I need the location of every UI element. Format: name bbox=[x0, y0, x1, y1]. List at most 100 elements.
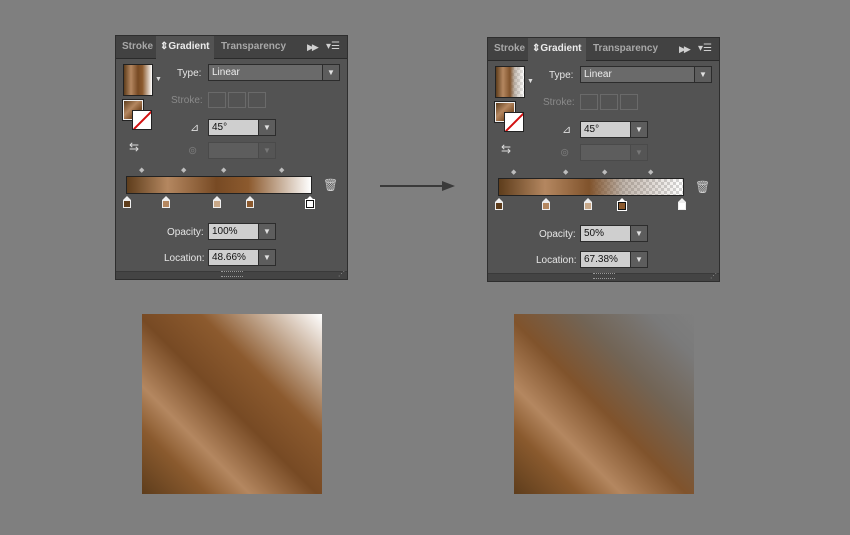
panel-footer: ⋰ bbox=[488, 273, 719, 281]
color-stop[interactable] bbox=[213, 196, 221, 208]
chevron-down-icon[interactable]: ▼ bbox=[630, 226, 647, 241]
panel-menu-icon[interactable]: ▾☰ bbox=[698, 38, 712, 60]
type-value: Linear bbox=[212, 67, 240, 78]
chevron-down-icon[interactable]: ▼ bbox=[258, 120, 275, 135]
color-stop[interactable] bbox=[162, 196, 170, 208]
midpoint-diamond[interactable]: ◆ bbox=[221, 166, 226, 174]
chevron-down-icon[interactable]: ▼ bbox=[527, 78, 534, 85]
aspect-ratio-icon: ⊚ bbox=[188, 145, 198, 157]
midpoint-diamond[interactable]: ◆ bbox=[648, 168, 653, 176]
angle-field[interactable]: 45° ▼ bbox=[580, 121, 648, 138]
stroke-swatch-none[interactable] bbox=[504, 112, 524, 132]
stroke-label: Stroke: bbox=[543, 97, 575, 108]
chevron-down-icon[interactable]: ▼ bbox=[630, 122, 647, 137]
location-field[interactable]: 67.38% ▼ bbox=[580, 251, 648, 268]
tab-stroke[interactable]: Stroke bbox=[122, 36, 153, 58]
gradient-thumbnail[interactable] bbox=[495, 66, 525, 98]
gradient-slider[interactable] bbox=[498, 178, 684, 196]
gradient-preview-before bbox=[142, 314, 322, 494]
tab-gradient-label: Gradient bbox=[168, 41, 210, 52]
stroke-gradient-buttons bbox=[208, 92, 268, 113]
location-label: Location: bbox=[164, 253, 205, 264]
reverse-gradient-icon[interactable]: ⇆ bbox=[501, 142, 511, 156]
opacity-label: Opacity: bbox=[167, 227, 204, 238]
color-stop-selected[interactable] bbox=[305, 196, 315, 209]
gradient-slider[interactable] bbox=[126, 176, 312, 194]
aspect-ratio-icon: ⊚ bbox=[560, 147, 570, 159]
color-stop[interactable] bbox=[123, 196, 131, 208]
gradient-thumbnail[interactable] bbox=[123, 64, 153, 96]
type-label: Type: bbox=[177, 68, 202, 79]
panel-tab-bar: Stroke ⇕Gradient Transparency ▶▶ ▾☰ bbox=[116, 36, 347, 59]
aspect-ratio-field: ▼ bbox=[580, 144, 648, 161]
resize-grip-icon[interactable] bbox=[593, 273, 615, 279]
resize-grip-icon[interactable] bbox=[221, 271, 243, 277]
color-stop[interactable] bbox=[584, 198, 592, 210]
opacity-value: 100% bbox=[212, 226, 238, 237]
midpoint-diamond[interactable]: ◆ bbox=[563, 168, 568, 176]
stroke-label: Stroke: bbox=[171, 95, 203, 106]
reverse-gradient-icon[interactable]: ⇆ bbox=[129, 140, 139, 154]
trash-icon[interactable]: 🗑 bbox=[695, 180, 710, 194]
stroke-within-button[interactable] bbox=[208, 92, 226, 108]
resize-corner-icon[interactable]: ⋰ bbox=[710, 272, 717, 280]
color-stop[interactable] bbox=[246, 196, 254, 208]
tab-transparency[interactable]: Transparency bbox=[221, 36, 286, 58]
type-dropdown[interactable]: Linear ▼ bbox=[208, 64, 340, 81]
tab-stroke[interactable]: Stroke bbox=[494, 38, 525, 60]
tab-gradient[interactable]: ⇕Gradient bbox=[156, 36, 214, 59]
angle-value: 45° bbox=[212, 122, 228, 133]
stroke-gradient-buttons bbox=[580, 94, 640, 115]
chevron-down-icon: ▼ bbox=[630, 145, 647, 160]
midpoint-diamond[interactable]: ◆ bbox=[279, 166, 284, 174]
panel-footer: ⋰ bbox=[116, 271, 347, 279]
stroke-within-button[interactable] bbox=[580, 94, 598, 110]
chevron-down-icon[interactable]: ▼ bbox=[258, 224, 275, 239]
chevron-down-icon[interactable]: ▼ bbox=[258, 250, 275, 265]
color-stop[interactable] bbox=[495, 198, 503, 210]
color-stop[interactable] bbox=[542, 198, 550, 210]
midpoint-diamond[interactable]: ◆ bbox=[511, 168, 516, 176]
stroke-along-button[interactable] bbox=[228, 92, 246, 108]
angle-icon: ⊿ bbox=[190, 122, 200, 134]
angle-icon: ⊿ bbox=[562, 124, 572, 136]
stroke-across-button[interactable] bbox=[620, 94, 638, 110]
panel-options-icon[interactable]: ▶▶ bbox=[679, 38, 691, 60]
color-stop[interactable] bbox=[678, 198, 686, 210]
resize-corner-icon[interactable]: ⋰ bbox=[338, 270, 345, 278]
location-value: 48.66% bbox=[212, 252, 246, 263]
angle-value: 45° bbox=[584, 124, 600, 135]
aspect-ratio-field: ▼ bbox=[208, 142, 276, 159]
tab-gradient-label: Gradient bbox=[540, 43, 582, 54]
type-label: Type: bbox=[549, 70, 574, 81]
opacity-field[interactable]: 50% ▼ bbox=[580, 225, 648, 242]
location-label: Location: bbox=[536, 255, 577, 266]
stroke-across-button[interactable] bbox=[248, 92, 266, 108]
angle-field[interactable]: 45° ▼ bbox=[208, 119, 276, 136]
midpoint-diamond[interactable]: ◆ bbox=[139, 166, 144, 174]
type-dropdown[interactable]: Linear ▼ bbox=[580, 66, 712, 83]
right-arrow-icon bbox=[380, 181, 455, 191]
chevron-down-icon[interactable]: ▼ bbox=[694, 67, 711, 82]
chevron-down-icon[interactable]: ▼ bbox=[630, 252, 647, 267]
color-stop-selected[interactable] bbox=[617, 198, 627, 211]
trash-icon[interactable]: 🗑 bbox=[323, 178, 338, 192]
gradient-preview-after bbox=[514, 314, 694, 494]
chevron-down-icon[interactable]: ▼ bbox=[155, 76, 162, 83]
chevron-down-icon[interactable]: ▼ bbox=[322, 65, 339, 80]
panel-options-icon[interactable]: ▶▶ bbox=[307, 36, 319, 58]
gradient-panel-before: Stroke ⇕Gradient Transparency ▶▶ ▾☰ ▼ Ty… bbox=[115, 35, 348, 280]
panel-tab-bar: Stroke ⇕Gradient Transparency ▶▶ ▾☰ bbox=[488, 38, 719, 61]
location-field[interactable]: 48.66% ▼ bbox=[208, 249, 276, 266]
opacity-label: Opacity: bbox=[539, 229, 576, 240]
opacity-field[interactable]: 100% ▼ bbox=[208, 223, 276, 240]
midpoint-diamond[interactable]: ◆ bbox=[602, 168, 607, 176]
gradient-panel-after: Stroke ⇕Gradient Transparency ▶▶ ▾☰ ▼ Ty… bbox=[487, 37, 720, 282]
type-value: Linear bbox=[584, 69, 612, 80]
stroke-along-button[interactable] bbox=[600, 94, 618, 110]
panel-menu-icon[interactable]: ▾☰ bbox=[326, 36, 340, 58]
tab-transparency[interactable]: Transparency bbox=[593, 38, 658, 60]
stroke-swatch-none[interactable] bbox=[132, 110, 152, 130]
midpoint-diamond[interactable]: ◆ bbox=[181, 166, 186, 174]
tab-gradient[interactable]: ⇕Gradient bbox=[528, 38, 586, 61]
